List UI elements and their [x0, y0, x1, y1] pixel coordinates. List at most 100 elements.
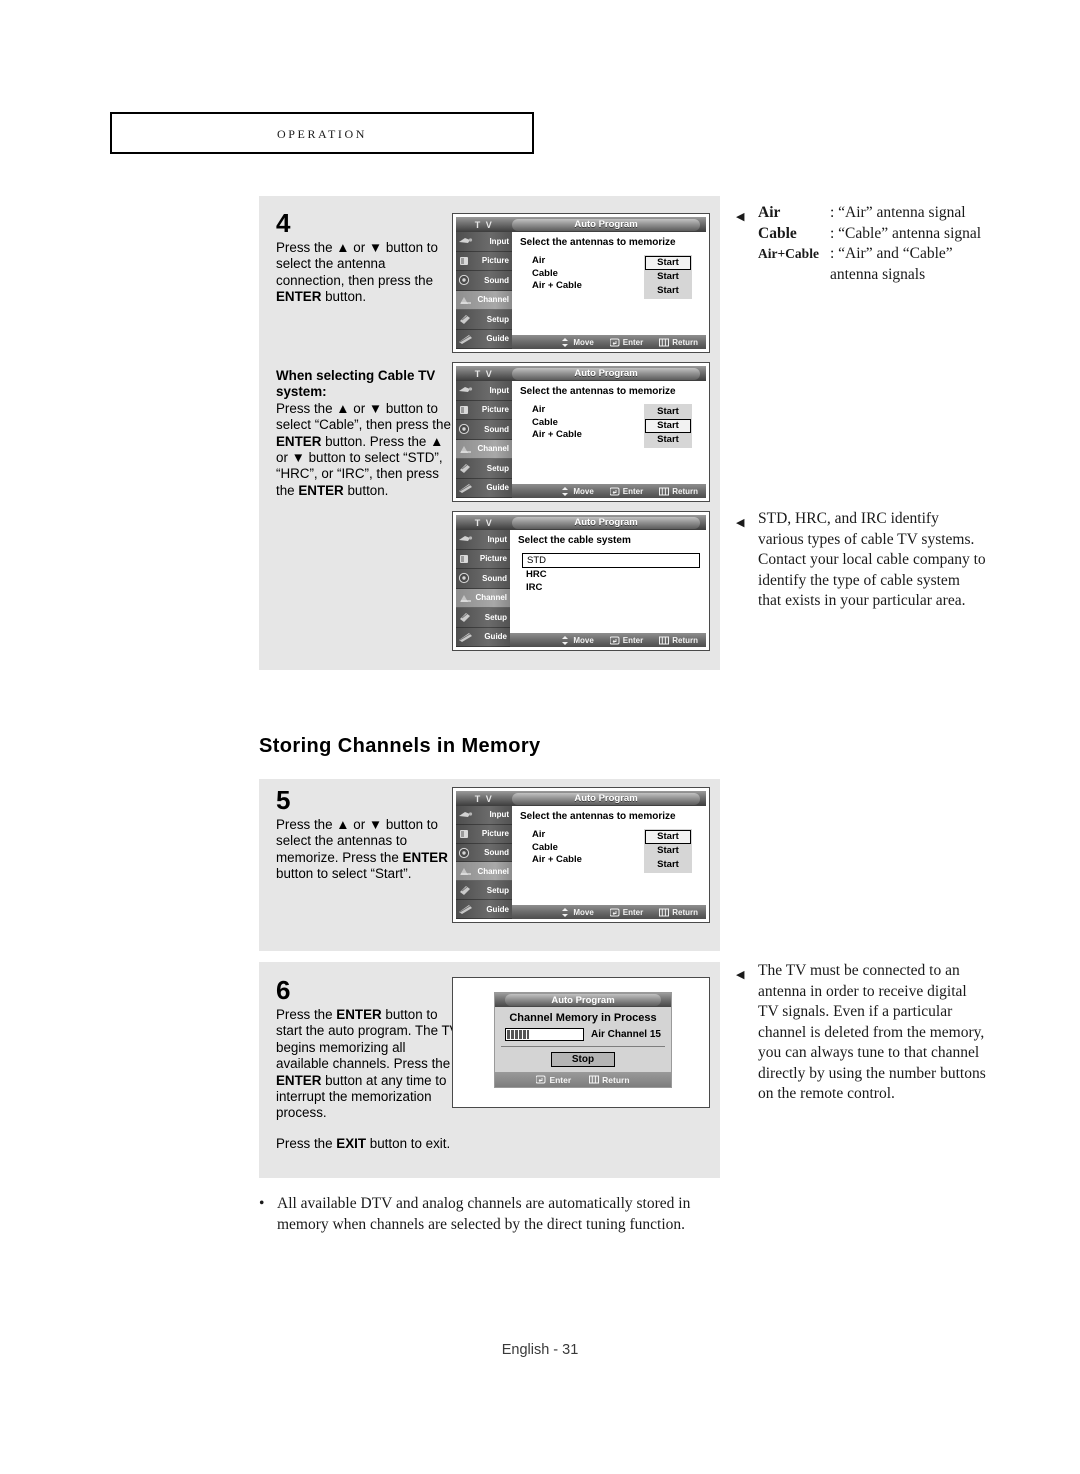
sidebar-item-label: Guide — [486, 483, 509, 493]
sidebar-item-channel[interactable]: Channel — [456, 862, 512, 882]
sidebar-item-picture[interactable]: Picture — [456, 825, 512, 844]
step-6-text: 6 Press the ENTER button to start the au… — [276, 975, 462, 1152]
cable-system-std[interactable]: STD — [522, 553, 700, 568]
step-6-enter-label-1: ENTER — [336, 1007, 382, 1022]
sidebar-item-label: Setup — [486, 314, 509, 324]
sidebar-item-guide[interactable]: Guide — [456, 479, 512, 498]
tv-sidebar: Input Picture Sound Channel Setup Guide — [456, 232, 512, 349]
start-button-air[interactable]: Start — [645, 256, 691, 270]
step-6-exit-pre: Press the — [276, 1135, 337, 1151]
sidebar-item-sound[interactable]: Sound — [456, 569, 510, 589]
sidebar-item-setup[interactable]: Setup — [456, 881, 512, 901]
footer-enter-label: Enter — [622, 337, 644, 347]
sidebar-item-input[interactable]: Input — [456, 806, 512, 825]
sidebar-item-channel[interactable]: Channel — [456, 588, 510, 608]
note-desc-air: : “Air” antenna signal — [830, 204, 966, 221]
sidebar-item-picture[interactable]: Picture — [456, 401, 512, 420]
sidebar-item-input[interactable]: Input — [456, 381, 512, 401]
step-6-spacer — [276, 1122, 462, 1136]
sidebar-item-picture[interactable]: Picture — [456, 252, 512, 271]
start-button-cable[interactable]: Start — [645, 270, 691, 284]
sidebar-item-guide[interactable]: Guide — [456, 628, 510, 647]
sidebar-item-sound[interactable]: Sound — [456, 271, 512, 291]
footer-return-label: Return — [672, 635, 698, 645]
step-5-enter-label: ENTER — [402, 849, 448, 865]
cable-system-hrc[interactable]: HRC — [522, 568, 700, 581]
tv-screen-antenna-select-1: T V Auto Program Input Picture Sound Cha… — [452, 213, 710, 353]
sidebar-item-label: Setup — [486, 885, 509, 895]
sidebar-item-label: Input — [487, 534, 507, 544]
start-button-air[interactable]: Start — [645, 830, 691, 844]
footer-move-label: Move — [573, 635, 594, 645]
enter-key-icon — [609, 636, 620, 644]
step-4b-enter-label-1: ENTER — [276, 433, 322, 449]
sidebar-item-input[interactable]: Input — [456, 530, 510, 550]
return-key-icon — [659, 487, 670, 495]
sidebar-item-label: Sound — [484, 424, 509, 434]
progress-bar-fill — [507, 1030, 529, 1039]
stop-button[interactable]: Stop — [551, 1052, 615, 1067]
footer-move: Move — [560, 486, 594, 496]
tv-footer-bar: Move Enter Return — [512, 484, 706, 498]
start-button-air-cable[interactable]: Start — [645, 433, 691, 447]
antenna-option-air: Air — [532, 404, 546, 415]
tv-content-heading: Select the antennas to memorize — [520, 237, 676, 248]
start-button-group: Start Start Start — [644, 404, 692, 448]
sidebar-item-channel[interactable]: Channel — [456, 290, 512, 310]
note-desc-air-cable: : “Air” and “Cable” antenna signals — [830, 245, 953, 283]
start-button-air-cable[interactable]: Start — [645, 284, 691, 298]
progress-dialog-title-bar: Auto Program — [495, 993, 671, 1007]
picture-icon — [460, 829, 468, 838]
sidebar-item-setup[interactable]: Setup — [456, 459, 512, 479]
sidebar-item-guide[interactable]: Guide — [456, 330, 512, 349]
sidebar-item-guide[interactable]: Guide — [456, 900, 512, 919]
start-button-cable[interactable]: Start — [645, 844, 691, 858]
footer-enter-label: Enter — [622, 907, 644, 917]
sidebar-item-setup[interactable]: Setup — [456, 310, 512, 330]
sidebar-item-setup[interactable]: Setup — [456, 608, 510, 628]
progress-dialog-title: Auto Program — [505, 994, 661, 1006]
sound-icon — [458, 847, 470, 858]
sidebar-item-sound[interactable]: Sound — [456, 844, 512, 863]
footer-return-label: Return — [672, 486, 698, 496]
footer-move: Move — [560, 635, 594, 645]
step-6-number: 6 — [276, 975, 291, 1005]
guide-icon — [459, 483, 472, 493]
antenna-option-cable: Cable — [532, 416, 558, 428]
cable-system-list: STD HRC IRC — [518, 553, 700, 594]
note-term-cable: Cable — [758, 224, 797, 242]
footer-enter-label: Enter — [622, 635, 644, 645]
note-flag-icon: ◀ — [736, 211, 745, 223]
tv-content-area: Select the antennas to memorize Air Cabl… — [512, 806, 706, 919]
sidebar-item-label: Channel — [477, 444, 509, 454]
sidebar-item-input[interactable]: Input — [456, 232, 512, 252]
tv-title-bar: T V Auto Program — [456, 791, 706, 806]
tv-logo: T V — [474, 368, 494, 379]
note-antenna-types: ◀ Air : “Air” antenna signal Cable : “Ca… — [736, 203, 986, 285]
sidebar-item-label: Input — [489, 810, 509, 820]
footer-return-label: Return — [602, 1074, 630, 1085]
antenna-option-list: Air Cable Air + Cable — [532, 255, 582, 299]
footer-return: Return — [659, 338, 698, 347]
sidebar-item-picture[interactable]: Picture — [456, 550, 510, 569]
sidebar-item-label: Input — [489, 385, 509, 395]
tv-footer-bar: Move Enter Return — [512, 905, 706, 919]
cable-system-irc[interactable]: IRC — [522, 581, 700, 594]
sidebar-item-channel[interactable]: Channel — [456, 439, 512, 459]
step-4b-line-3: button. — [343, 482, 389, 498]
start-button-air[interactable]: Start — [645, 405, 691, 419]
input-icon — [459, 811, 473, 817]
progress-dialog-heading: Channel Memory in Process — [509, 1012, 657, 1024]
progress-bar — [505, 1028, 584, 1041]
tv-screen-antenna-select-2: T V Auto Program Input Picture Sound Cha… — [452, 362, 710, 502]
footer-enter: Enter — [609, 487, 643, 496]
channel-icon — [460, 296, 471, 304]
antenna-option-air-cable: Air + Cable — [532, 429, 582, 440]
start-button-air-cable[interactable]: Start — [645, 858, 691, 872]
enter-key-icon — [536, 1075, 546, 1084]
tv-footer-bar: Move Enter Return — [510, 633, 706, 647]
enter-key-icon — [609, 338, 620, 346]
sidebar-item-sound[interactable]: Sound — [456, 420, 512, 440]
start-button-cable[interactable]: Start — [645, 419, 691, 433]
start-button-group: Start Start Start — [644, 255, 692, 299]
